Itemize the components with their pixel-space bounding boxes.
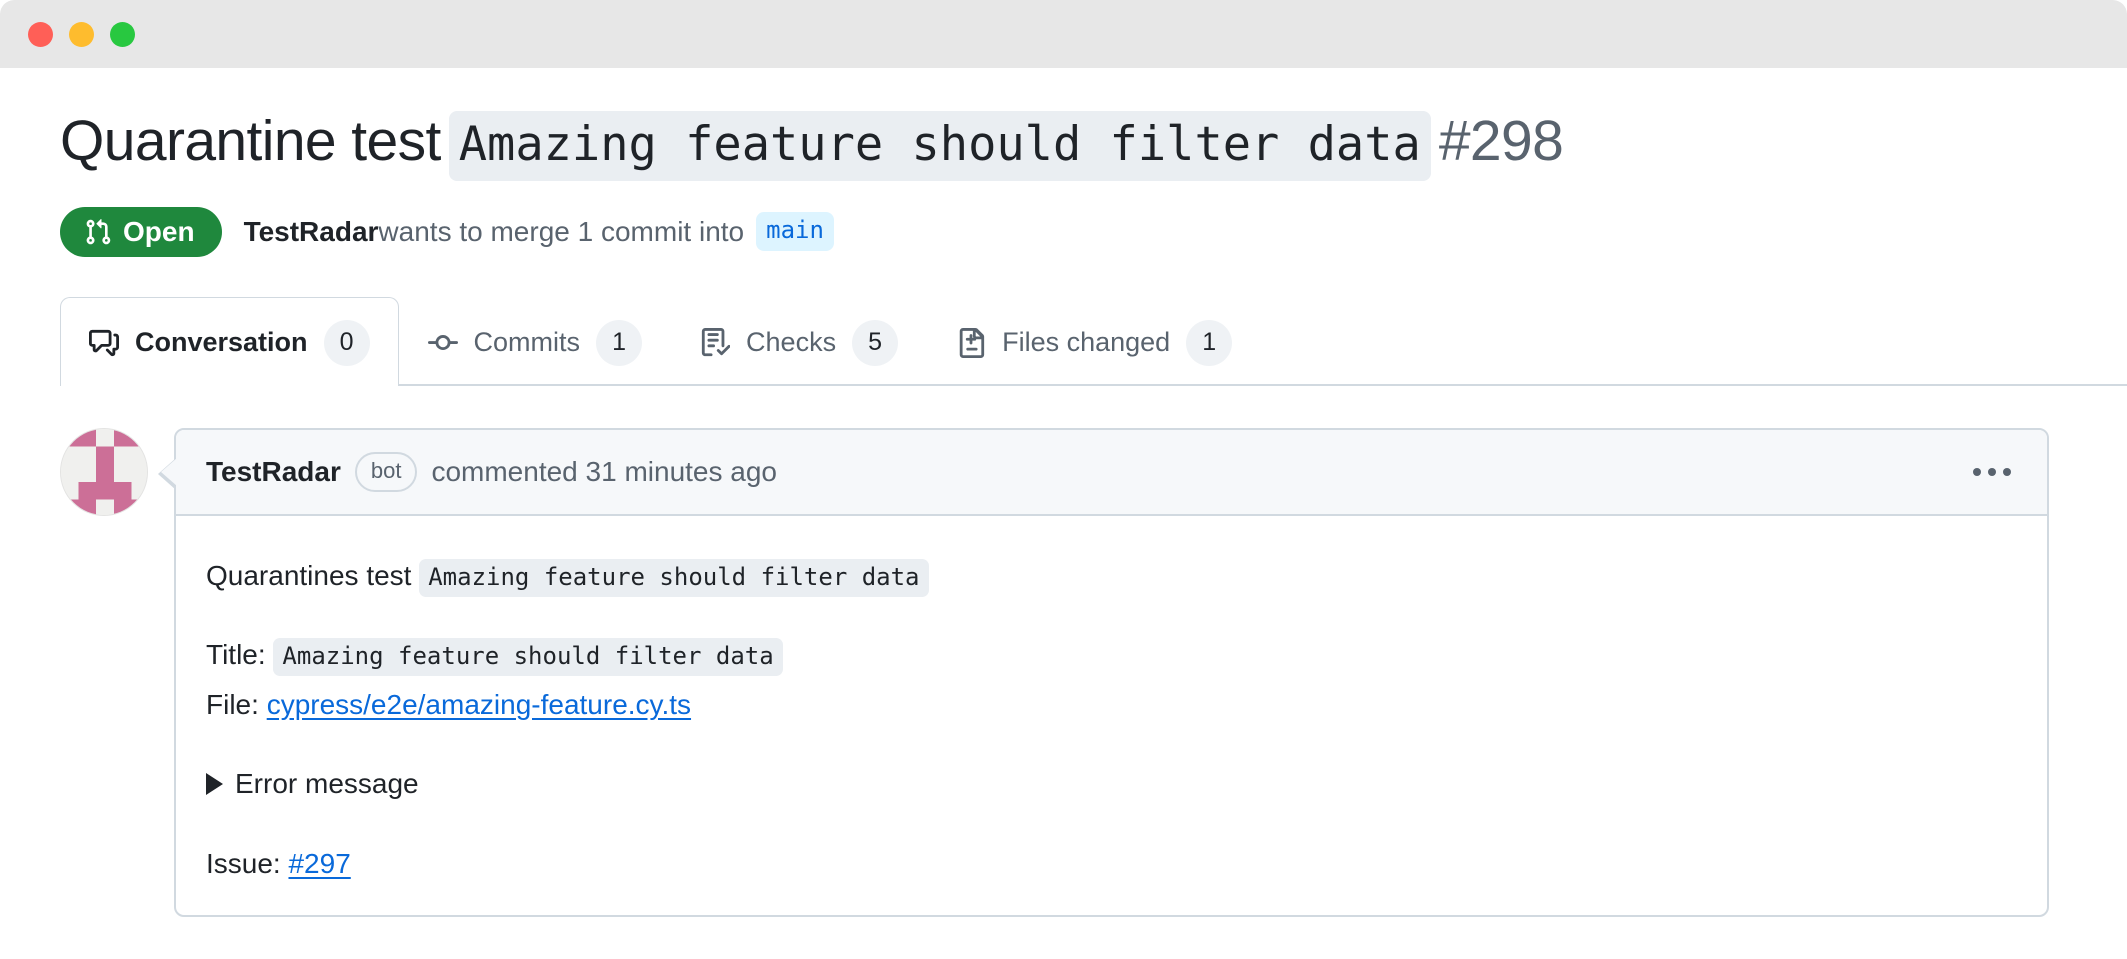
pr-tabs-wrapper: Conversation 0 Commits 1 Checks 5 Files … — [60, 296, 2127, 388]
file-label: File: — [206, 688, 259, 720]
tab-conversation-label: Conversation — [135, 327, 308, 358]
comment-header: TestRadar bot commented 31 minutes ago — [176, 429, 2047, 517]
maximize-window-button[interactable] — [110, 21, 135, 47]
tab-checks-count: 5 — [852, 319, 899, 366]
window-titlebar — [0, 0, 2127, 68]
tab-files-changed-count: 1 — [1186, 319, 1233, 366]
git-commit-icon — [427, 328, 458, 358]
tab-checks-label: Checks — [746, 327, 837, 358]
tab-conversation-count: 0 — [323, 319, 370, 366]
tab-commits-count: 1 — [596, 319, 643, 366]
comment-box: TestRadar bot commented 31 minutes ago Q… — [158, 427, 2049, 918]
tab-files-changed[interactable]: Files changed 1 — [927, 297, 1261, 386]
status-badge: Open — [60, 206, 222, 257]
quarantine-line-prefix: Quarantines test — [206, 560, 412, 592]
file-diff-icon — [956, 327, 986, 358]
checklist-icon — [700, 327, 731, 358]
status-badge-label: Open — [123, 215, 195, 247]
quarantine-line-code: Amazing feature should filter data — [419, 559, 929, 598]
pr-number: #298 — [1438, 109, 1564, 173]
comment-body: Quarantines test Amazing feature should … — [176, 516, 2047, 915]
merge-text: wants to merge 1 commit into — [378, 215, 745, 247]
browser-window: Quarantine test Amazing feature should f… — [0, 0, 2127, 959]
minimize-window-button[interactable] — [69, 21, 94, 47]
file-path-link[interactable]: cypress/e2e/amazing-feature.cy.ts — [267, 689, 691, 720]
pr-title-code: Amazing feature should filter data — [448, 111, 1431, 181]
pr-header: Quarantine test Amazing feature should f… — [60, 68, 2067, 181]
page-title: Quarantine test — [60, 109, 441, 173]
file-line: File: cypress/e2e/amazing-feature.cy.ts — [206, 683, 2017, 726]
kebab-horizontal-icon[interactable] — [1967, 458, 2017, 486]
tab-checks[interactable]: Checks 5 — [671, 297, 927, 386]
pr-author[interactable]: TestRadar — [244, 216, 379, 248]
comment-author[interactable]: TestRadar — [206, 456, 341, 488]
comment-discussion-icon — [89, 328, 119, 358]
tab-commits-label: Commits — [473, 327, 581, 358]
title-label: Title: — [206, 639, 266, 671]
error-message-disclosure[interactable]: Error message — [206, 762, 2017, 805]
pr-tabs: Conversation 0 Commits 1 Checks 5 Files … — [60, 296, 2067, 388]
comment-timestamp: commented 31 minutes ago — [431, 455, 777, 487]
pr-page: Quarantine test Amazing feature should f… — [0, 68, 2127, 918]
comment-thread: TestRadar bot commented 31 minutes ago Q… — [60, 427, 2067, 918]
tab-commits[interactable]: Commits 1 — [399, 297, 672, 386]
base-branch-chip[interactable]: main — [756, 212, 834, 251]
pr-state-row: Open TestRadar wants to merge 1 commit i… — [60, 206, 2067, 257]
git-pull-request-icon — [84, 218, 112, 246]
merge-description: TestRadar wants to merge 1 commit into m… — [244, 212, 834, 251]
title-value-code: Amazing feature should filter data — [273, 638, 783, 677]
tab-files-changed-label: Files changed — [1002, 327, 1171, 358]
error-message-summary-label: Error message — [235, 768, 419, 800]
identicon-avatar[interactable] — [60, 427, 148, 516]
tab-conversation[interactable]: Conversation 0 — [60, 296, 399, 388]
bot-badge: bot — [354, 451, 418, 493]
triangle-right-icon — [206, 772, 223, 795]
title-line: Title: Amazing feature should filter dat… — [206, 633, 2017, 677]
close-window-button[interactable] — [28, 21, 53, 47]
issue-line: Issue: #297 — [206, 842, 2017, 885]
issue-link[interactable]: #297 — [288, 848, 350, 879]
issue-label: Issue: — [206, 847, 281, 879]
quarantine-line: Quarantines test Amazing feature should … — [206, 554, 2017, 598]
comment-meta: TestRadar bot commented 31 minutes ago — [206, 451, 777, 493]
